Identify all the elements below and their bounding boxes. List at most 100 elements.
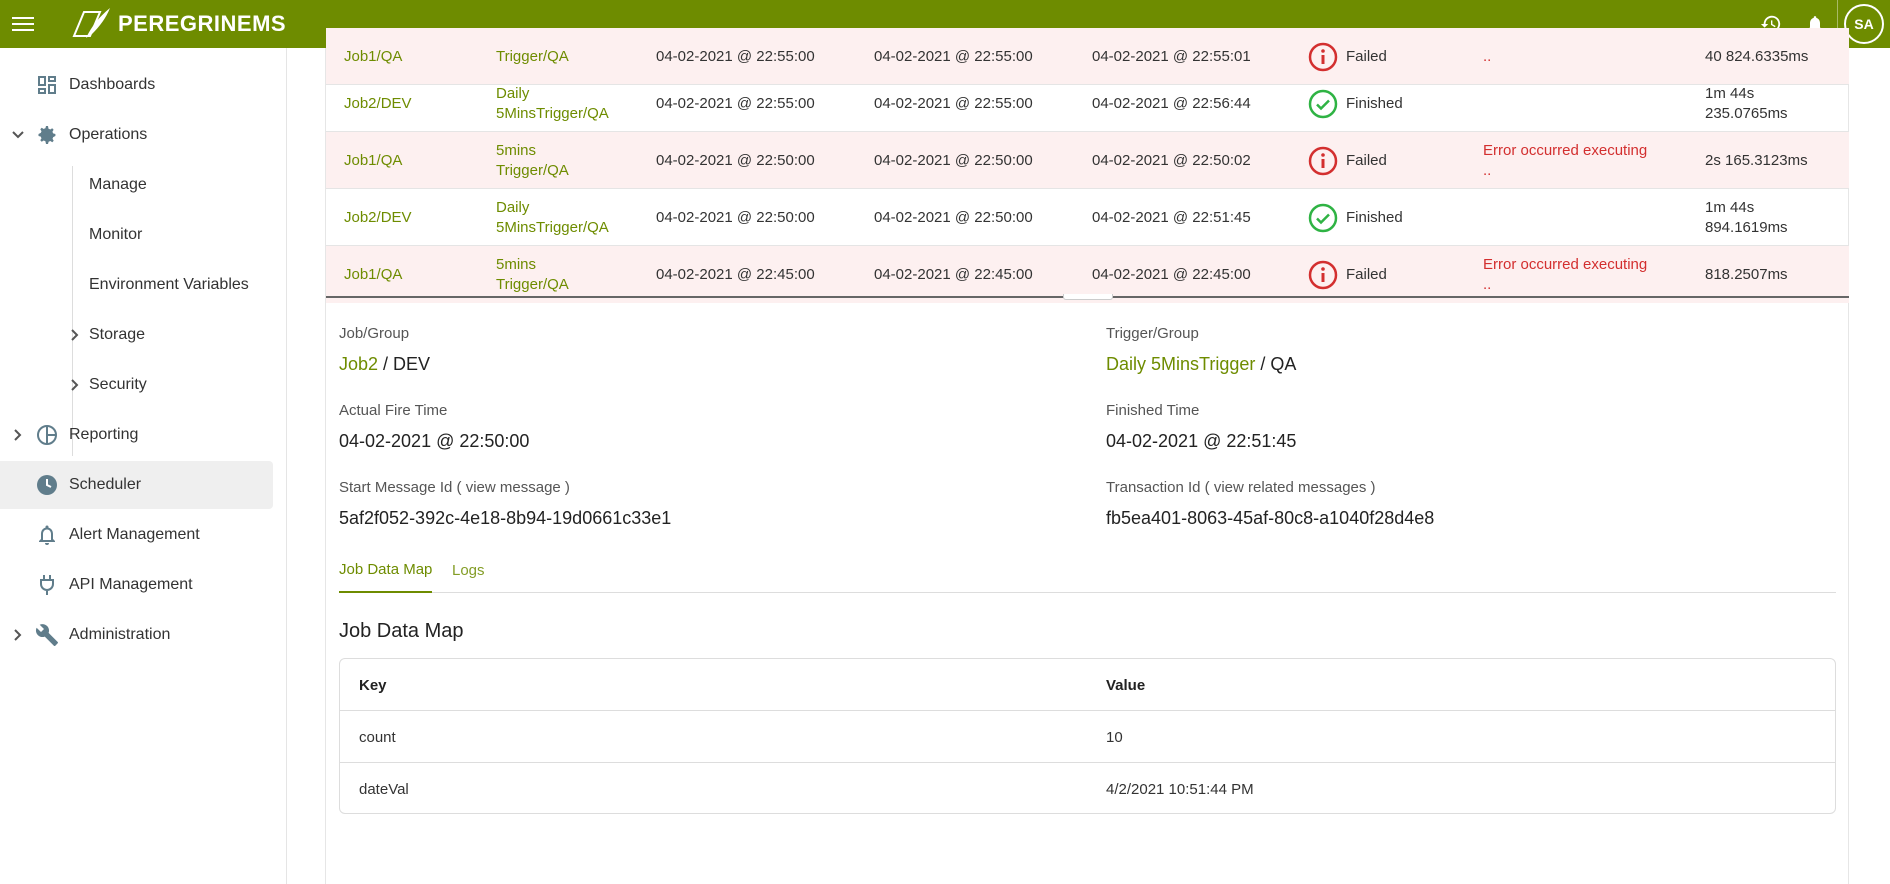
check-circle-icon bbox=[1308, 203, 1338, 232]
table-row[interactable]: Job1/QA 5mins Trigger/QA 04-02-2021 @ 22:… bbox=[326, 132, 1849, 189]
start-message-id-link[interactable]: 5af2f052-392c-4e18-8b94-19d0661c33e1 bbox=[339, 508, 671, 529]
sidebar-item-dashboards[interactable]: Dashboards bbox=[0, 61, 273, 109]
fired-time: 04-02-2021 @ 22:55:00 bbox=[874, 94, 1033, 112]
job-link[interactable]: Job2 bbox=[339, 354, 378, 374]
trigger-group-label: Trigger/Group bbox=[1106, 325, 1199, 342]
sidebar-item-storage[interactable]: Storage bbox=[71, 315, 145, 355]
trigger-cell[interactable]: Daily 5MinsTrigger/QA bbox=[496, 189, 609, 246]
menu-icon[interactable] bbox=[12, 12, 36, 36]
fired-time: 04-02-2021 @ 22:50:00 bbox=[874, 208, 1033, 226]
table-row[interactable]: Job2/DEV Daily 5MinsTrigger/QA 04-02-2021… bbox=[326, 75, 1849, 132]
error-icon bbox=[1308, 42, 1338, 71]
duration-cell: 1m 44s 235.0765ms bbox=[1705, 75, 1788, 132]
trigger-line: Trigger/QA bbox=[496, 161, 569, 179]
logo[interactable]: PEREGRINEMS bbox=[70, 2, 286, 46]
sidebar-item-label: Administration bbox=[69, 626, 171, 643]
duration-cell: 1m 44s 894.1619ms bbox=[1705, 189, 1788, 246]
fired-time: 04-02-2021 @ 22:45:00 bbox=[874, 265, 1033, 283]
scheduled-time: 04-02-2021 @ 22:50:00 bbox=[656, 208, 815, 226]
table-row: dateVal 4/2/2021 10:51:44 PM bbox=[340, 763, 1835, 813]
job-cell[interactable]: Job2/DEV bbox=[344, 189, 412, 246]
status-text: Failed bbox=[1346, 265, 1387, 283]
trigger-line: Trigger/QA bbox=[496, 47, 569, 65]
value-cell: 10 bbox=[1106, 728, 1123, 746]
chevron-right-icon bbox=[71, 379, 79, 391]
tab-logs[interactable]: Logs bbox=[452, 548, 485, 593]
scrollbar[interactable] bbox=[1849, 48, 1890, 884]
status-text: Failed bbox=[1346, 151, 1387, 169]
transaction-id-link[interactable]: fb5ea401-8063-45af-80c8-a1040f28d4e8 bbox=[1106, 508, 1434, 529]
job-cell[interactable]: Job1/QA bbox=[344, 246, 402, 303]
main-content: Job1/QA Trigger/QA 04-02-2021 @ 22:55:00… bbox=[325, 28, 1849, 884]
trigger-line: Daily bbox=[496, 198, 530, 216]
scheduled-time: 04-02-2021 @ 22:55:00 bbox=[656, 94, 815, 112]
wrench-icon bbox=[35, 624, 58, 646]
finished-time: 04-02-2021 @ 22:45:00 bbox=[1092, 265, 1251, 283]
table-header-row: Key Value bbox=[340, 659, 1835, 711]
error-cell[interactable]: Error occurred executing.. bbox=[1483, 246, 1647, 303]
trigger-group-text: / QA bbox=[1255, 354, 1297, 374]
sidebar-item-label: Reporting bbox=[69, 426, 139, 443]
sidebar-item-administration[interactable]: Administration bbox=[0, 611, 273, 659]
sidebar-item-monitor[interactable]: Monitor bbox=[89, 215, 142, 255]
scheduled-time: 04-02-2021 @ 22:50:00 bbox=[656, 151, 815, 169]
trigger-link[interactable]: Daily 5MinsTrigger bbox=[1106, 354, 1255, 374]
finished-time: 04-02-2021 @ 22:51:45 bbox=[1092, 208, 1251, 226]
error-cell[interactable]: Error occurred executing.. bbox=[1483, 132, 1647, 189]
sidebar-item-label: API Management bbox=[69, 576, 193, 593]
sidebar-item-label: Alert Management bbox=[69, 526, 200, 543]
error-text: .. bbox=[1483, 47, 1492, 65]
sidebar: Dashboards Operations Manage Monitor Env… bbox=[0, 48, 287, 884]
gear-icon bbox=[38, 126, 56, 144]
trigger-line: 5MinsTrigger/QA bbox=[496, 218, 609, 236]
job-data-map-table: Key Value count 10 dateVal 4/2/2021 10:5… bbox=[339, 658, 1836, 814]
dashboard-icon bbox=[38, 76, 56, 94]
avatar[interactable]: SA bbox=[1844, 4, 1884, 44]
trigger-cell[interactable]: 5mins Trigger/QA bbox=[496, 132, 569, 189]
sidebar-item-api-management[interactable]: API Management bbox=[0, 561, 273, 609]
start-message-label[interactable]: Start Message Id ( view message ) bbox=[339, 479, 570, 496]
job-group-value: Job2 / DEV bbox=[339, 354, 430, 375]
table-row: count 10 bbox=[340, 711, 1835, 763]
job-group-text: / DEV bbox=[378, 354, 431, 374]
sidebar-item-reporting[interactable]: Reporting bbox=[0, 411, 273, 459]
job-cell[interactable]: Job1/QA bbox=[344, 132, 402, 189]
status-text: Finished bbox=[1346, 94, 1403, 112]
status-cell: Finished bbox=[1308, 189, 1403, 246]
job-cell[interactable]: Job2/DEV bbox=[344, 75, 412, 132]
sidebar-item-alert-management[interactable]: Alert Management bbox=[0, 511, 273, 559]
duration-text: 235.0765ms bbox=[1705, 104, 1788, 122]
trigger-cell[interactable]: Daily 5MinsTrigger/QA bbox=[496, 75, 609, 132]
trigger-line: Trigger/QA bbox=[496, 275, 569, 293]
duration-cell: 2s 165.3123ms bbox=[1705, 132, 1808, 189]
sidebar-item-environment-variables[interactable]: Environment Variables bbox=[89, 265, 249, 305]
duration-text: 1m 44s bbox=[1705, 198, 1755, 216]
chevron-right-icon bbox=[14, 429, 22, 441]
plug-icon bbox=[40, 575, 54, 595]
actual-fire-time-value: 04-02-2021 @ 22:50:00 bbox=[339, 431, 530, 451]
section-title: Job Data Map bbox=[339, 620, 464, 642]
chart-icon bbox=[37, 425, 57, 445]
sidebar-item-label: Scheduler bbox=[69, 476, 142, 493]
tab-job-data-map[interactable]: Job Data Map bbox=[339, 548, 433, 593]
table-row[interactable]: Job2/DEV Daily 5MinsTrigger/QA 04-02-2021… bbox=[326, 189, 1849, 246]
bell-icon bbox=[39, 525, 55, 545]
resize-handle[interactable] bbox=[1063, 294, 1113, 300]
peregrine-logo-icon bbox=[72, 8, 110, 38]
actual-fire-time-label: Actual Fire Time bbox=[339, 402, 448, 419]
finished-time-value: 04-02-2021 @ 22:51:45 bbox=[1106, 431, 1297, 451]
sidebar-item-manage[interactable]: Manage bbox=[89, 165, 147, 205]
duration-text: 40 824.6335ms bbox=[1705, 47, 1809, 65]
trigger-cell[interactable]: 5mins Trigger/QA bbox=[496, 246, 569, 303]
sidebar-item-scheduler[interactable]: Scheduler bbox=[0, 461, 273, 509]
sidebar-item-operations[interactable]: Operations bbox=[0, 111, 273, 159]
sidebar-item-label: Dashboards bbox=[69, 76, 156, 93]
sidebar-item-security[interactable]: Security bbox=[71, 365, 147, 405]
status-text: Finished bbox=[1346, 208, 1403, 226]
transaction-label[interactable]: Transaction Id ( view related messages ) bbox=[1106, 479, 1376, 496]
trigger-group-value: Daily 5MinsTrigger / QA bbox=[1106, 354, 1296, 375]
chevron-right-icon bbox=[14, 629, 22, 641]
sidebar-item-label: Manage bbox=[89, 176, 147, 193]
trigger-line: Daily bbox=[496, 84, 530, 102]
error-text: .. bbox=[1483, 161, 1492, 179]
